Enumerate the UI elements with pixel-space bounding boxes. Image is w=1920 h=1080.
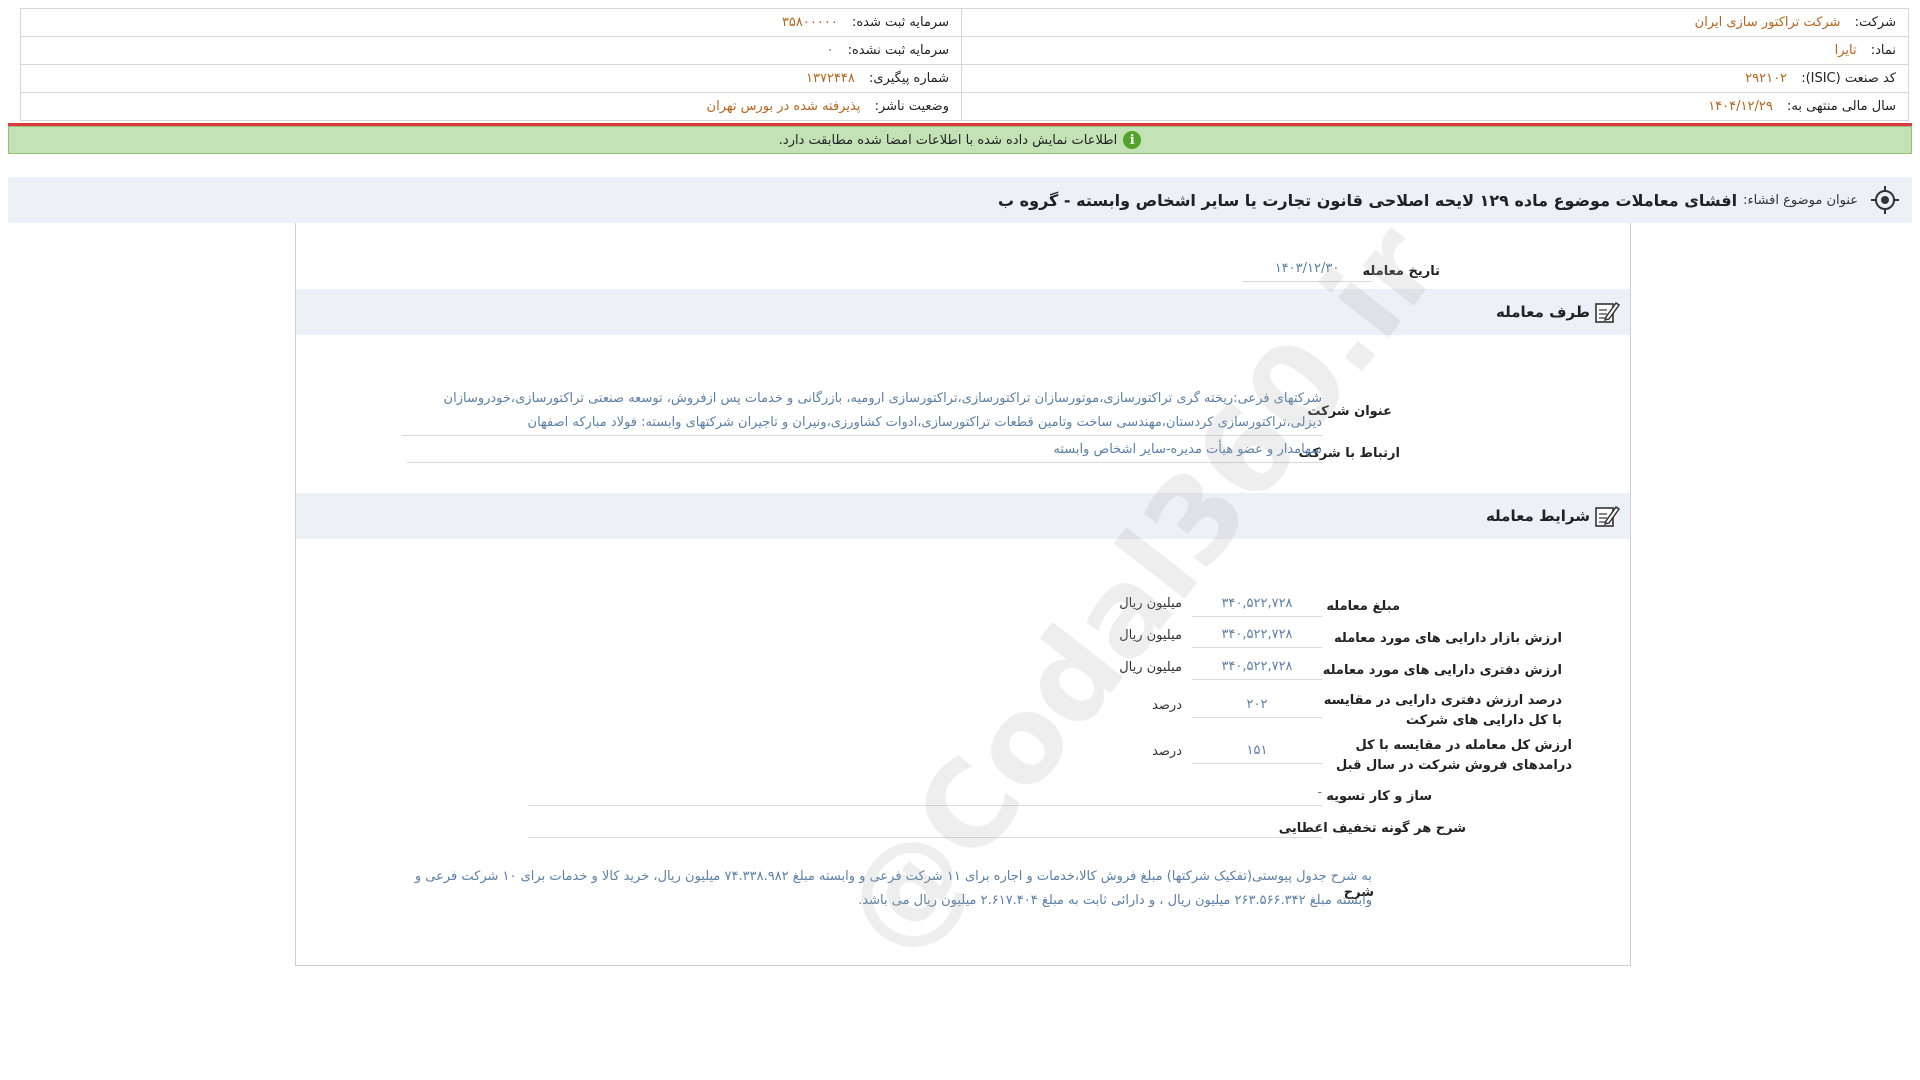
registered-capital-label: سرمایه ثبت شده: [851, 15, 949, 30]
registered-capital-value: ۳۵۸۰۰۰۰۰ [781, 15, 838, 30]
discount-value: - [528, 813, 1322, 838]
conditions-section-header: شرایط معامله [296, 493, 1630, 539]
isic-value: ۲۹۲۱۰۲ [1745, 71, 1788, 86]
book-value-percent-value: ۲۰۲ [1192, 693, 1322, 718]
page-title: افشای معاملات موضوع ماده ۱۲۹ لایحه اصلاح… [998, 190, 1738, 210]
book-value-unit: میلیون ریال [1119, 660, 1182, 675]
transaction-amount-unit: میلیون ریال [1119, 596, 1182, 611]
transaction-date-label: تاریخ معامله [1362, 264, 1440, 279]
conditions-section-title: شرایط معامله [1485, 507, 1590, 525]
publisher-status-value: پذیرفته شده در بورس تهران [706, 99, 861, 114]
verification-notice-text: اطلاعات نمایش داده شده با اطلاعات امضا ش… [778, 132, 1118, 148]
book-value-value: ۳۴۰,۵۲۲,۷۲۸ [1192, 655, 1322, 680]
info-row: شرکت: شرکت تراکتور سازی ایران سرمایه ثبت… [20, 8, 1909, 37]
info-icon: i [1123, 131, 1142, 149]
fiscal-year-value: ۱۴۰۴/۱۲/۲۹ [1708, 99, 1773, 114]
market-value-unit: میلیون ریال [1119, 628, 1182, 643]
company-value: شرکت تراکتور سازی ایران [1694, 15, 1841, 30]
isic-cell: کد صنعت (ISIC): ۲۹۲۱۰۲ [961, 64, 1909, 93]
transaction-date-value: ۱۴۰۳/۱۲/۳۰ [1242, 257, 1372, 282]
fiscal-year-cell: سال مالی منتهی به: ۱۴۰۴/۱۲/۲۹ [961, 92, 1909, 121]
publisher-status-label: وضعیت ناشر: [874, 99, 949, 114]
symbol-cell: نماد: تایرا [961, 36, 1909, 65]
book-value-percent-unit: درصد [1152, 698, 1182, 713]
fiscal-year-label: سال مالی منتهی به: [1786, 99, 1896, 114]
target-icon [1871, 186, 1899, 214]
transaction-amount-value: ۳۴۰,۵۲۲,۷۲۸ [1192, 592, 1322, 617]
info-row: کد صنعت (ISIC): ۲۹۲۱۰۲ شماره پیگیری: ۱۳۷… [20, 64, 1909, 93]
tracking-value: ۱۳۷۲۴۴۸ [806, 71, 855, 86]
party-section-title: طرف معامله [1496, 303, 1590, 321]
disclosure-panel: تاریخ معامله ۱۴۰۳/۱۲/۳۰ طرف معامله عنوان… [295, 223, 1631, 966]
publisher-status-cell: وضعیت ناشر: پذیرفته شده در بورس تهران [20, 92, 962, 121]
disclosure-title-label: عنوان موضوع افشاء: [1743, 192, 1858, 208]
sales-ratio-unit: درصد [1152, 744, 1182, 759]
sales-ratio-label: ارزش کل معامله در مقایسه با کل درامدهای … [1336, 738, 1572, 773]
edit-icon [1595, 301, 1620, 323]
book-value-percent-label: درصد ارزش دفتری دارایی در مقایسه با کل د… [1323, 693, 1562, 728]
unregistered-capital-value: ۰ [826, 43, 834, 58]
unregistered-capital-label: سرمایه ثبت نشده: [847, 43, 949, 58]
symbol-value[interactable]: تایرا [1835, 43, 1857, 58]
info-row: سال مالی منتهی به: ۱۴۰۴/۱۲/۲۹ وضعیت ناشر… [20, 92, 1909, 121]
company-info-table: شرکت: شرکت تراکتور سازی ایران سرمایه ثبت… [20, 8, 1909, 121]
registered-capital-cell: سرمایه ثبت شده: ۳۵۸۰۰۰۰۰ [20, 8, 962, 37]
company-cell: شرکت: شرکت تراکتور سازی ایران [961, 8, 1909, 37]
unregistered-capital-cell: سرمایه ثبت نشده: ۰ [20, 36, 962, 65]
description-value: به شرح جدول پیوستی(تفکیک شرکتها) مبلغ فر… [414, 869, 1372, 908]
disclosure-title-bar: عنوان موضوع افشاء: افشای معاملات موضوع م… [8, 177, 1912, 223]
symbol-label: نماد: [1870, 43, 1896, 58]
settlement-value: - [528, 781, 1322, 806]
verification-notice: i اطلاعات نمایش داده شده با اطلاعات امضا… [8, 126, 1912, 154]
tracking-label: شماره پیگیری: [869, 71, 949, 86]
edit-icon [1595, 505, 1620, 527]
info-row: نماد: تایرا سرمایه ثبت نشده: ۰ [20, 36, 1909, 65]
settlement-label: ساز و کار تسویه [1326, 789, 1432, 804]
market-value-value: ۳۴۰,۵۲۲,۷۲۸ [1192, 623, 1322, 648]
isic-label: کد صنعت (ISIC): [1801, 71, 1896, 86]
sales-ratio-value: ۱۵۱ [1192, 739, 1322, 764]
company-label: شرکت: [1854, 15, 1896, 30]
tracking-cell: شماره پیگیری: ۱۳۷۲۴۴۸ [20, 64, 962, 93]
party-section-header: طرف معامله [296, 289, 1630, 335]
company-title-value: شرکتهای فرعی:ریخته گری تراکتورسازی،موتور… [402, 387, 1322, 436]
relation-value: سهامدار و عضو هیأت مدیره-سایر اشخاص وابس… [407, 438, 1322, 463]
